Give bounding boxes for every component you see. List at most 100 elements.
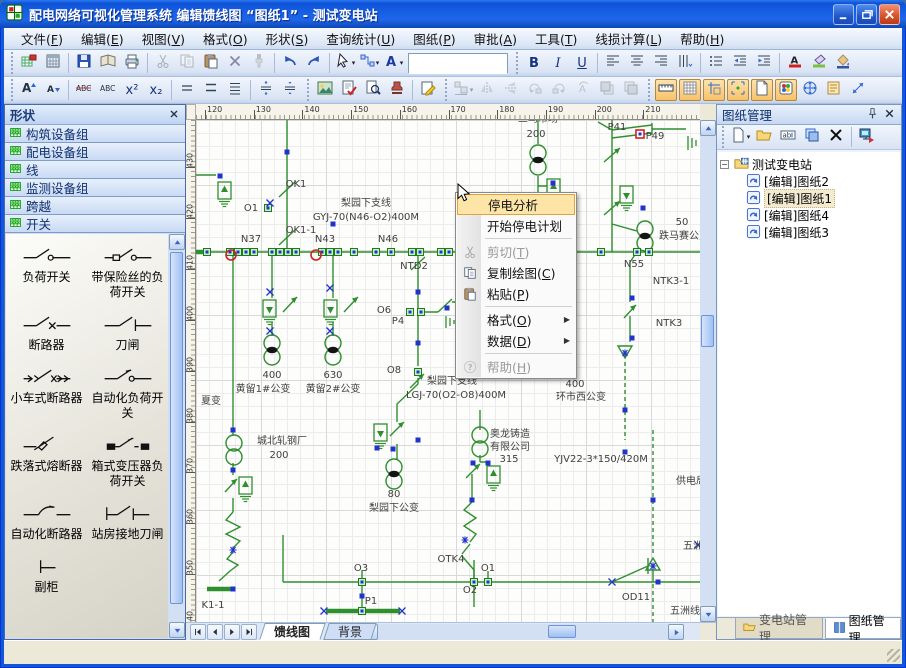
shape-item[interactable]: 站房接地刀闸 <box>87 503 168 542</box>
shape-item[interactable]: 箱式变压器负荷开关 <box>87 435 168 489</box>
menu-O[interactable]: 格式(O) <box>194 27 257 50</box>
context-item-停电分析[interactable]: 停电分析 <box>457 194 575 215</box>
align-right-button[interactable] <box>650 52 672 74</box>
scroll-down-button[interactable] <box>700 606 716 622</box>
save-button[interactable] <box>73 52 95 74</box>
font-color-button[interactable]: A <box>784 52 806 74</box>
pan-zoom-button[interactable] <box>799 79 821 101</box>
feeder-diagram[interactable]: 三鸟市场200P41P49OK1O1OK1-1N37N43N46梨园下支线GYJ… <box>196 120 700 622</box>
nav-last-button[interactable] <box>241 624 257 640</box>
toolbar-grip[interactable] <box>514 52 519 74</box>
sheet-check-button[interactable] <box>338 79 360 101</box>
page-tab-背景[interactable]: 背景 <box>323 623 377 640</box>
font-up-button[interactable]: A <box>18 79 40 101</box>
shapes-scrollbar[interactable] <box>169 234 185 638</box>
italic-button[interactable]: I <box>547 52 569 74</box>
para-shrink-button[interactable] <box>279 79 301 101</box>
edit-note-button[interactable] <box>417 79 439 101</box>
bold-button[interactable]: B <box>523 52 545 74</box>
pointer-button[interactable]: ▾ <box>334 52 356 74</box>
menu-E[interactable]: 编辑(E) <box>72 27 133 50</box>
menu-L[interactable]: 线损计算(L) <box>586 27 671 50</box>
indent-button[interactable] <box>753 52 775 74</box>
tree-item-[编辑]图纸1[interactable]: [编辑]图纸1 <box>720 190 898 207</box>
context-item-格式[interactable]: 格式(O)▶ <box>457 309 575 330</box>
tree-item-[编辑]图纸2[interactable]: [编辑]图纸2 <box>720 173 898 190</box>
tree-root-substation[interactable]: −测试变电站 <box>720 156 898 173</box>
calculator-button[interactable] <box>42 52 64 74</box>
spacing-1-button[interactable] <box>176 79 198 101</box>
tree-item-[编辑]图纸4[interactable]: [编辑]图纸4 <box>720 207 898 224</box>
rp-delete-button[interactable] <box>825 126 847 148</box>
align-left-button[interactable] <box>602 52 624 74</box>
ruler-button[interactable] <box>655 79 677 101</box>
spacing-15-button[interactable] <box>200 79 222 101</box>
stencil-group-2[interactable]: 配电设备组 <box>5 143 185 161</box>
shape-item[interactable]: 负荷开关 <box>6 246 87 300</box>
close-icon[interactable] <box>883 105 896 124</box>
panel-tab-图纸管理[interactable]: 图纸管理 <box>825 618 901 639</box>
shape-item[interactable]: 跌落式熔断器 <box>6 435 87 489</box>
scroll-thumb[interactable] <box>170 252 183 604</box>
toolbar-grip[interactable] <box>720 126 725 148</box>
stamp-button[interactable] <box>386 79 408 101</box>
canvas-vertical-scrollbar[interactable] <box>700 120 716 622</box>
font-down-button[interactable]: A <box>42 79 64 101</box>
menu-H[interactable]: 帮助(H) <box>671 27 733 50</box>
toolbar-grip[interactable] <box>305 79 310 101</box>
shape-item[interactable]: 带保险丝的负荷开关 <box>87 246 168 300</box>
para-expand-button[interactable] <box>255 79 277 101</box>
menu-T[interactable]: 工具(T) <box>526 27 586 50</box>
connection-points-button[interactable] <box>727 79 749 101</box>
highlight-color-button[interactable] <box>808 52 830 74</box>
shape-item[interactable]: 断路器 <box>6 314 87 353</box>
color-schemes-button[interactable] <box>775 79 797 101</box>
maximize-button[interactable] <box>856 4 877 25</box>
print-button[interactable] <box>121 52 143 74</box>
context-item-开始停电计划[interactable]: 开始停电计划 <box>457 215 575 236</box>
canvas-horizontal-scrollbar[interactable] <box>362 624 684 640</box>
superscript-button[interactable]: x² <box>121 79 143 101</box>
outdent-button[interactable] <box>729 52 751 74</box>
new-feeder-button[interactable] <box>18 52 40 74</box>
pin-icon[interactable] <box>866 105 879 124</box>
bullets-button[interactable] <box>705 52 727 74</box>
stencil-group-6[interactable]: 开关 <box>5 215 185 233</box>
rp-new-button[interactable]: ▾ <box>729 126 751 148</box>
menu-F[interactable]: 文件(F) <box>12 27 72 50</box>
subscript-button[interactable]: x₂ <box>145 79 167 101</box>
style-combo-input[interactable] <box>409 56 507 74</box>
toolbar-grip[interactable] <box>9 52 14 74</box>
text-tool-button[interactable]: A▾ <box>382 52 404 74</box>
guides-button[interactable] <box>703 79 725 101</box>
scroll-thumb[interactable] <box>548 625 576 638</box>
nav-prev-button[interactable] <box>207 624 223 640</box>
minimize-button[interactable] <box>833 4 854 25</box>
scroll-up-button[interactable] <box>169 234 185 250</box>
page-setup-button[interactable] <box>751 79 773 101</box>
underline-button[interactable]: U <box>571 52 593 74</box>
stencil-group-3[interactable]: 线 <box>5 161 185 179</box>
tree-expander[interactable]: − <box>720 160 729 169</box>
page-tab-馈线图[interactable]: 馈线图 <box>259 623 326 640</box>
resize-grip[interactable] <box>887 649 900 662</box>
panel-tab-变电站管理[interactable]: 变电站管理 <box>735 618 823 639</box>
scroll-thumb[interactable] <box>701 315 714 347</box>
align-center-button[interactable] <box>626 52 648 74</box>
stencil-group-5[interactable]: 跨越 <box>5 197 185 215</box>
rp-open-button[interactable] <box>753 126 775 148</box>
nav-next-button[interactable] <box>224 624 240 640</box>
picture-tool-button[interactable] <box>314 79 336 101</box>
find-doc-button[interactable] <box>362 79 384 101</box>
close-button[interactable] <box>879 4 900 25</box>
menu-P[interactable]: 图纸(P) <box>404 27 464 50</box>
open-book-button[interactable] <box>97 52 119 74</box>
menu-U[interactable]: 查询统计(U) <box>317 27 404 50</box>
stencil-group-4[interactable]: 监测设备组 <box>5 179 185 197</box>
context-item-粘贴[interactable]: 粘贴(P) <box>457 283 575 304</box>
fill-color-button[interactable] <box>832 52 854 74</box>
size-position-button[interactable] <box>847 79 869 101</box>
rp-sync-button[interactable] <box>856 126 878 148</box>
shape-item[interactable]: 自动化负荷开关 <box>87 367 168 421</box>
rp-rename-button[interactable]: ab <box>777 126 799 148</box>
